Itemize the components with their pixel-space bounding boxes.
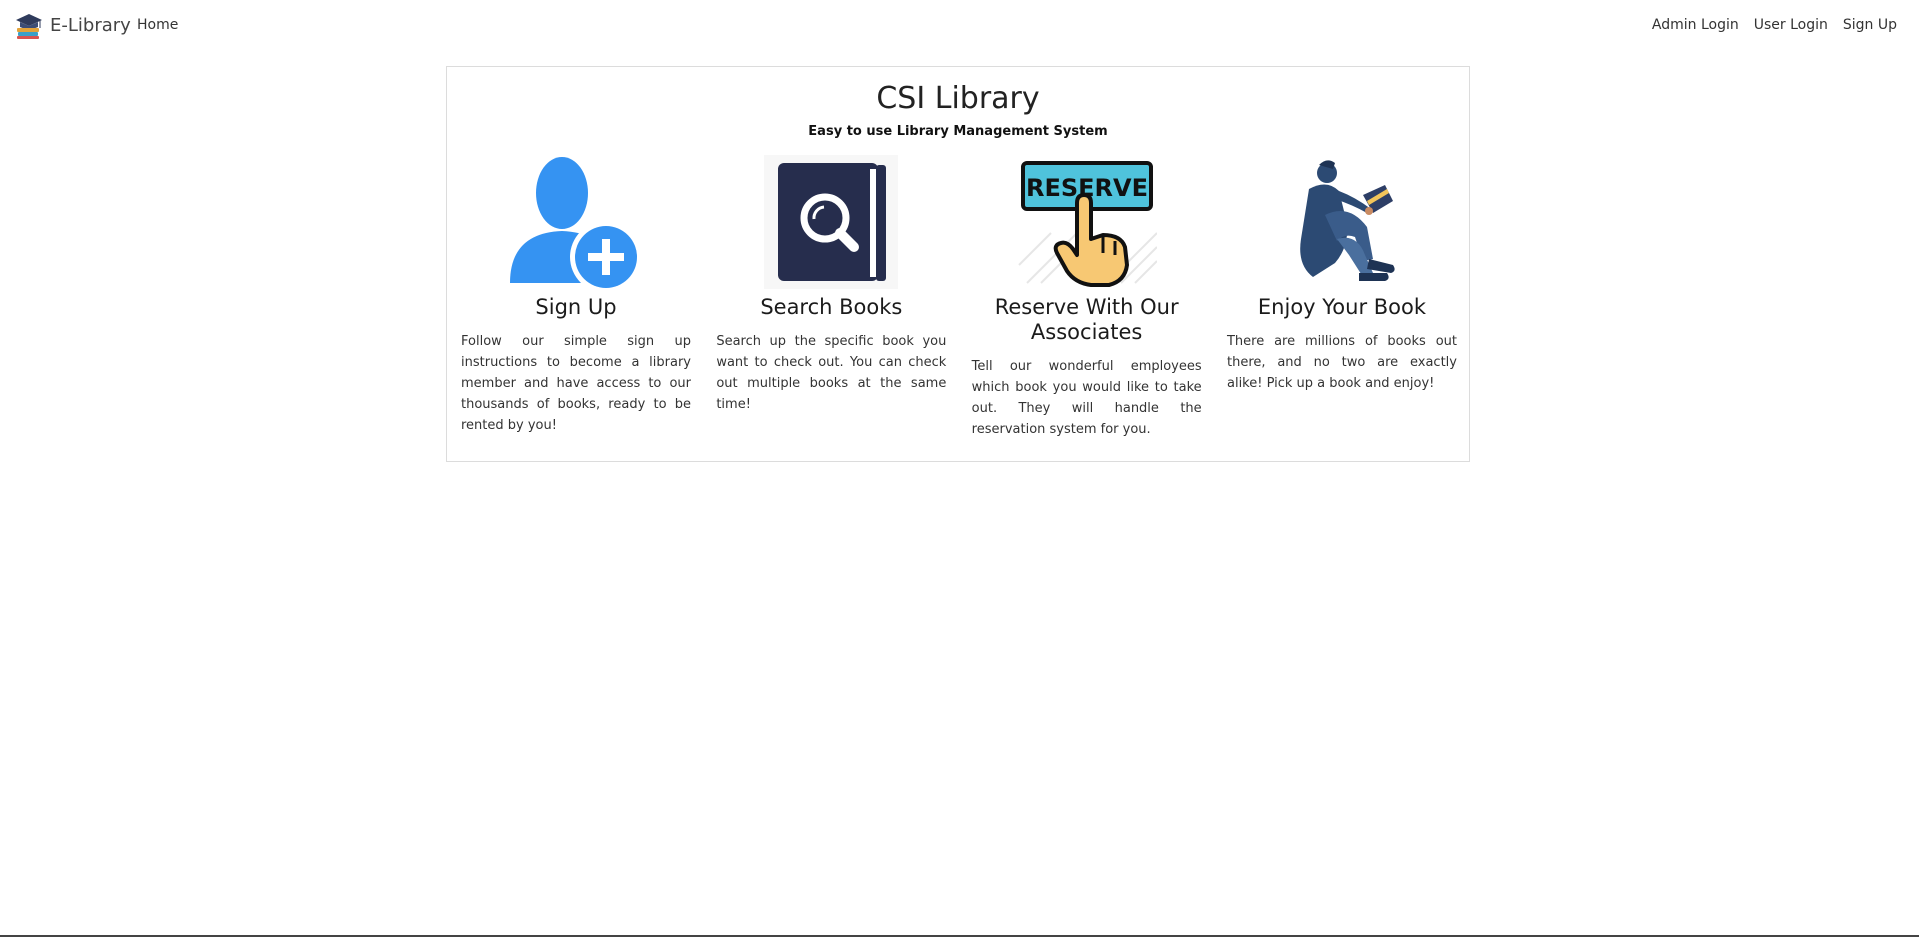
main-card: CSI Library Easy to use Library Manageme…	[446, 66, 1470, 462]
brand-name: E-Library	[50, 15, 131, 36]
features-row: Sign Up Follow our simple sign up instru…	[461, 155, 1457, 440]
person-reading-icon	[1300, 160, 1395, 281]
nav-home-link[interactable]: Home	[137, 17, 178, 33]
feature-title: Enjoy Your Book	[1257, 295, 1427, 319]
page-title: CSI Library	[876, 81, 1040, 116]
feature-image	[716, 155, 946, 289]
feature-description: Search up the specific book you want to …	[716, 334, 947, 412]
feature-image: RESERVE	[972, 155, 1202, 289]
reserve-sign-icon: RESERVE	[1017, 161, 1157, 287]
nav-admin-login-link[interactable]: Admin Login	[1652, 17, 1739, 33]
feature-reserve: RESERVE Reserve With Our Associates Tell…	[972, 155, 1202, 440]
feature-description: Follow our simple sign up instructions t…	[461, 334, 691, 433]
feature-description: Tell our wonderful employees which book …	[971, 359, 1202, 437]
top-navbar: E-Library Home Admin Login User Login Si…	[0, 0, 1919, 52]
add-user-icon	[510, 157, 642, 289]
feature-search-books: Search Books Search up the specific book…	[716, 155, 946, 440]
nav-sign-up-link[interactable]: Sign Up	[1843, 17, 1897, 33]
feature-enjoy-book: Enjoy Your Book There are millions of bo…	[1227, 155, 1457, 440]
nav-right-links: Admin Login User Login Sign Up	[1652, 17, 1897, 33]
brand-link[interactable]: E-Library	[14, 12, 131, 40]
feature-image	[461, 155, 691, 289]
feature-title: Sign Up	[535, 295, 617, 319]
feature-description: There are millions of books out there, a…	[1226, 334, 1457, 391]
page-subtitle: Easy to use Library Management System	[808, 124, 1108, 139]
feature-sign-up: Sign Up Follow our simple sign up instru…	[461, 155, 691, 440]
feature-title: Reserve With Our Associates	[994, 295, 1179, 344]
nav-user-login-link[interactable]: User Login	[1754, 17, 1828, 33]
feature-title: Search Books	[760, 295, 903, 319]
books-logo-icon	[16, 14, 42, 39]
book-search-icon	[764, 155, 899, 289]
feature-image	[1227, 155, 1457, 289]
